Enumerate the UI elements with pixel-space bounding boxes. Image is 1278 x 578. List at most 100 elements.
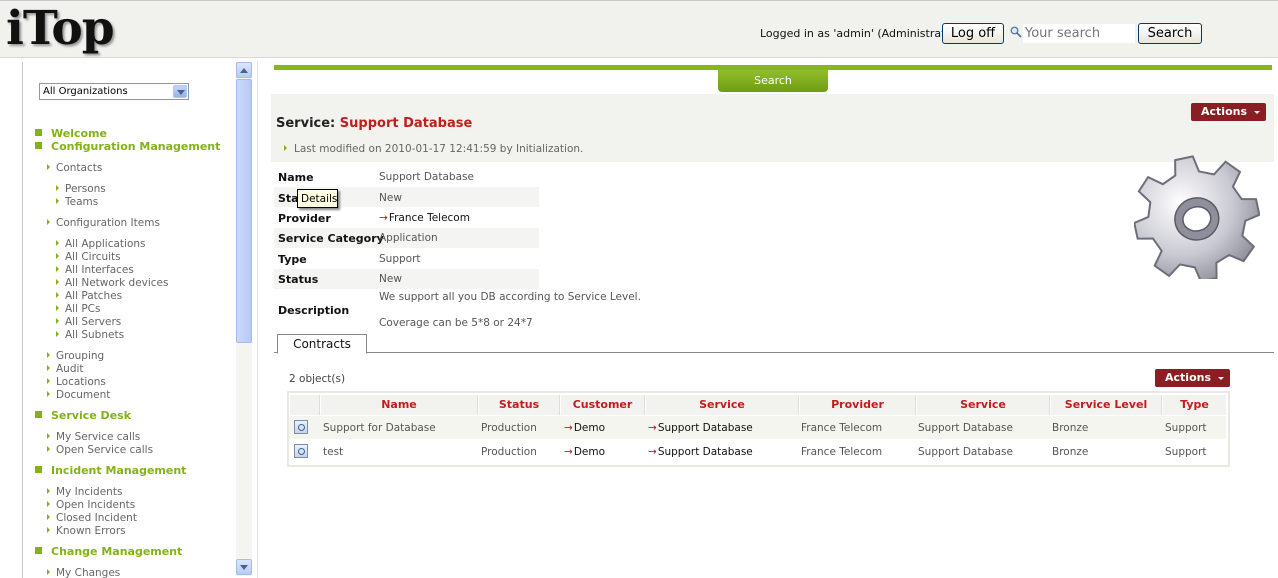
menu-item-my-service-calls[interactable]: My Service calls bbox=[47, 431, 140, 443]
organization-select[interactable]: All Organizations bbox=[39, 83, 189, 100]
column-header-provider[interactable]: Provider bbox=[800, 395, 916, 415]
field-value-status: New bbox=[379, 192, 402, 204]
search-drawer-tab[interactable]: Search bbox=[718, 70, 828, 92]
column-header-status[interactable]: Status bbox=[479, 395, 560, 415]
cell-service-level: Bronze bbox=[1052, 446, 1089, 458]
menu-item-known-errors[interactable]: Known Errors bbox=[47, 525, 126, 537]
menu-item-teams[interactable]: Teams bbox=[56, 196, 98, 208]
menu-item-persons[interactable]: Persons bbox=[56, 183, 106, 195]
column-header-name[interactable]: Name bbox=[321, 395, 478, 415]
cell-service[interactable]: →Support Database bbox=[648, 422, 753, 434]
triangle-bullet-icon bbox=[284, 145, 287, 151]
scroll-down-icon[interactable] bbox=[236, 559, 252, 575]
cell-service-2: Support Database bbox=[918, 446, 1013, 458]
menu-item-locations[interactable]: Locations bbox=[47, 376, 106, 388]
triangle-bullet-icon bbox=[47, 365, 50, 371]
sidebar-scrollbar[interactable] bbox=[236, 62, 252, 576]
tab-contracts[interactable]: Contracts bbox=[277, 334, 367, 354]
splitter[interactable] bbox=[257, 62, 258, 578]
menu-item-all-pcs[interactable]: All PCs bbox=[56, 303, 101, 315]
menu-item-all-network-devices[interactable]: All Network devices bbox=[56, 277, 169, 289]
chevron-down-icon[interactable] bbox=[173, 85, 187, 98]
triangle-bullet-icon bbox=[56, 185, 59, 191]
menu-item-my-incidents[interactable]: My Incidents bbox=[47, 486, 122, 498]
triangle-bullet-icon bbox=[56, 305, 59, 311]
triangle-bullet-icon bbox=[47, 378, 50, 384]
triangle-bullet-icon bbox=[47, 164, 50, 170]
field-value-name: Support Database bbox=[379, 171, 474, 183]
menu-section-incident-management[interactable]: Incident Management bbox=[35, 464, 186, 477]
view-details-icon[interactable] bbox=[294, 420, 308, 434]
menu-item-contacts[interactable]: Contacts bbox=[47, 162, 102, 174]
triangle-bullet-icon bbox=[56, 292, 59, 298]
column-header-service[interactable]: Service bbox=[646, 395, 799, 415]
field-label-description: Description bbox=[278, 304, 350, 317]
menu-item-open-incidents[interactable]: Open Incidents bbox=[47, 499, 135, 511]
menu-item-grouping[interactable]: Grouping bbox=[47, 350, 104, 362]
menu-item-all-circuits[interactable]: All Circuits bbox=[56, 251, 121, 263]
actions-menu-button[interactable]: Actions bbox=[1191, 103, 1266, 121]
column-header-customer[interactable]: Customer bbox=[561, 395, 645, 415]
triangle-bullet-icon bbox=[56, 279, 59, 285]
details-tooltip: Details bbox=[297, 189, 338, 208]
scroll-up-icon[interactable] bbox=[236, 62, 252, 78]
cell-type: Support bbox=[1165, 446, 1207, 458]
last-modified-info: Last modified on 2010-01-17 12:41:59 by … bbox=[284, 143, 583, 155]
link-arrow-icon: → bbox=[564, 446, 573, 458]
menu-item-all-subnets[interactable]: All Subnets bbox=[56, 329, 124, 341]
bullet-square-icon bbox=[35, 142, 42, 149]
bullet-square-icon bbox=[35, 411, 42, 418]
bullet-square-icon bbox=[35, 547, 42, 554]
menu-item-configuration-items[interactable]: Configuration Items bbox=[47, 217, 160, 229]
chevron-down-icon bbox=[1218, 377, 1224, 380]
menu-item-all-patches[interactable]: All Patches bbox=[56, 290, 122, 302]
search-input[interactable] bbox=[1023, 24, 1135, 43]
cell-name[interactable]: test bbox=[323, 446, 343, 458]
triangle-bullet-icon bbox=[56, 266, 59, 272]
field-value-description-line2: Coverage can be 5*8 or 24*7 bbox=[379, 317, 533, 329]
sidebar-menu: All Organizations Welcome Configuration … bbox=[22, 62, 252, 578]
menu-item-open-service-calls[interactable]: Open Service calls bbox=[47, 444, 153, 456]
field-label-type: Type bbox=[278, 253, 307, 266]
triangle-bullet-icon bbox=[56, 240, 59, 246]
field-label-name: Name bbox=[278, 171, 314, 184]
cell-customer[interactable]: →Demo bbox=[564, 422, 605, 434]
logoff-button[interactable]: Log off bbox=[942, 23, 1004, 44]
column-header-icon bbox=[290, 395, 320, 415]
view-details-icon[interactable] bbox=[294, 444, 308, 458]
column-header-service-level[interactable]: Service Level bbox=[1051, 395, 1162, 415]
field-value-provider[interactable]: →France Telecom bbox=[379, 212, 470, 224]
gear-icon bbox=[1134, 155, 1260, 279]
triangle-bullet-icon bbox=[56, 331, 59, 337]
menu-item-audit[interactable]: Audit bbox=[47, 363, 84, 375]
column-header-type[interactable]: Type bbox=[1163, 395, 1226, 415]
cell-service[interactable]: →Support Database bbox=[648, 446, 753, 458]
menu-section-welcome[interactable]: Welcome bbox=[35, 127, 107, 140]
bullet-square-icon bbox=[35, 129, 42, 136]
cell-status: Production bbox=[481, 422, 537, 434]
scrollbar-thumb[interactable] bbox=[236, 79, 252, 343]
menu-item-all-servers[interactable]: All Servers bbox=[56, 316, 121, 328]
menu-item-all-interfaces[interactable]: All Interfaces bbox=[56, 264, 134, 276]
triangle-bullet-icon bbox=[47, 501, 50, 507]
menu-item-document[interactable]: Document bbox=[47, 389, 110, 401]
magnifier-icon bbox=[1010, 26, 1022, 38]
triangle-bullet-icon bbox=[47, 446, 50, 452]
triangle-bullet-icon bbox=[56, 198, 59, 204]
menu-section-change-management[interactable]: Change Management bbox=[35, 545, 182, 558]
menu-item-my-changes[interactable]: My Changes bbox=[47, 567, 120, 578]
menu-item-all-applications[interactable]: All Applications bbox=[56, 238, 146, 250]
itop-logo[interactable]: iTop bbox=[6, 1, 115, 56]
link-arrow-icon: → bbox=[648, 422, 657, 434]
triangle-bullet-icon bbox=[47, 391, 50, 397]
field-label-status-truncated: Sta bbox=[278, 192, 299, 205]
list-actions-menu-button[interactable]: Actions bbox=[1155, 369, 1230, 387]
cell-customer[interactable]: →Demo bbox=[564, 446, 605, 458]
menu-item-closed-incident[interactable]: Closed Incident bbox=[47, 512, 137, 524]
menu-section-service-desk[interactable]: Service Desk bbox=[35, 409, 131, 422]
chevron-down-icon bbox=[1254, 111, 1260, 114]
search-button[interactable]: Search bbox=[1138, 23, 1202, 44]
menu-section-configuration-management[interactable]: Configuration Management bbox=[35, 140, 220, 153]
column-header-service-2[interactable]: Service bbox=[917, 395, 1050, 415]
cell-name[interactable]: Support for Database bbox=[323, 422, 436, 434]
